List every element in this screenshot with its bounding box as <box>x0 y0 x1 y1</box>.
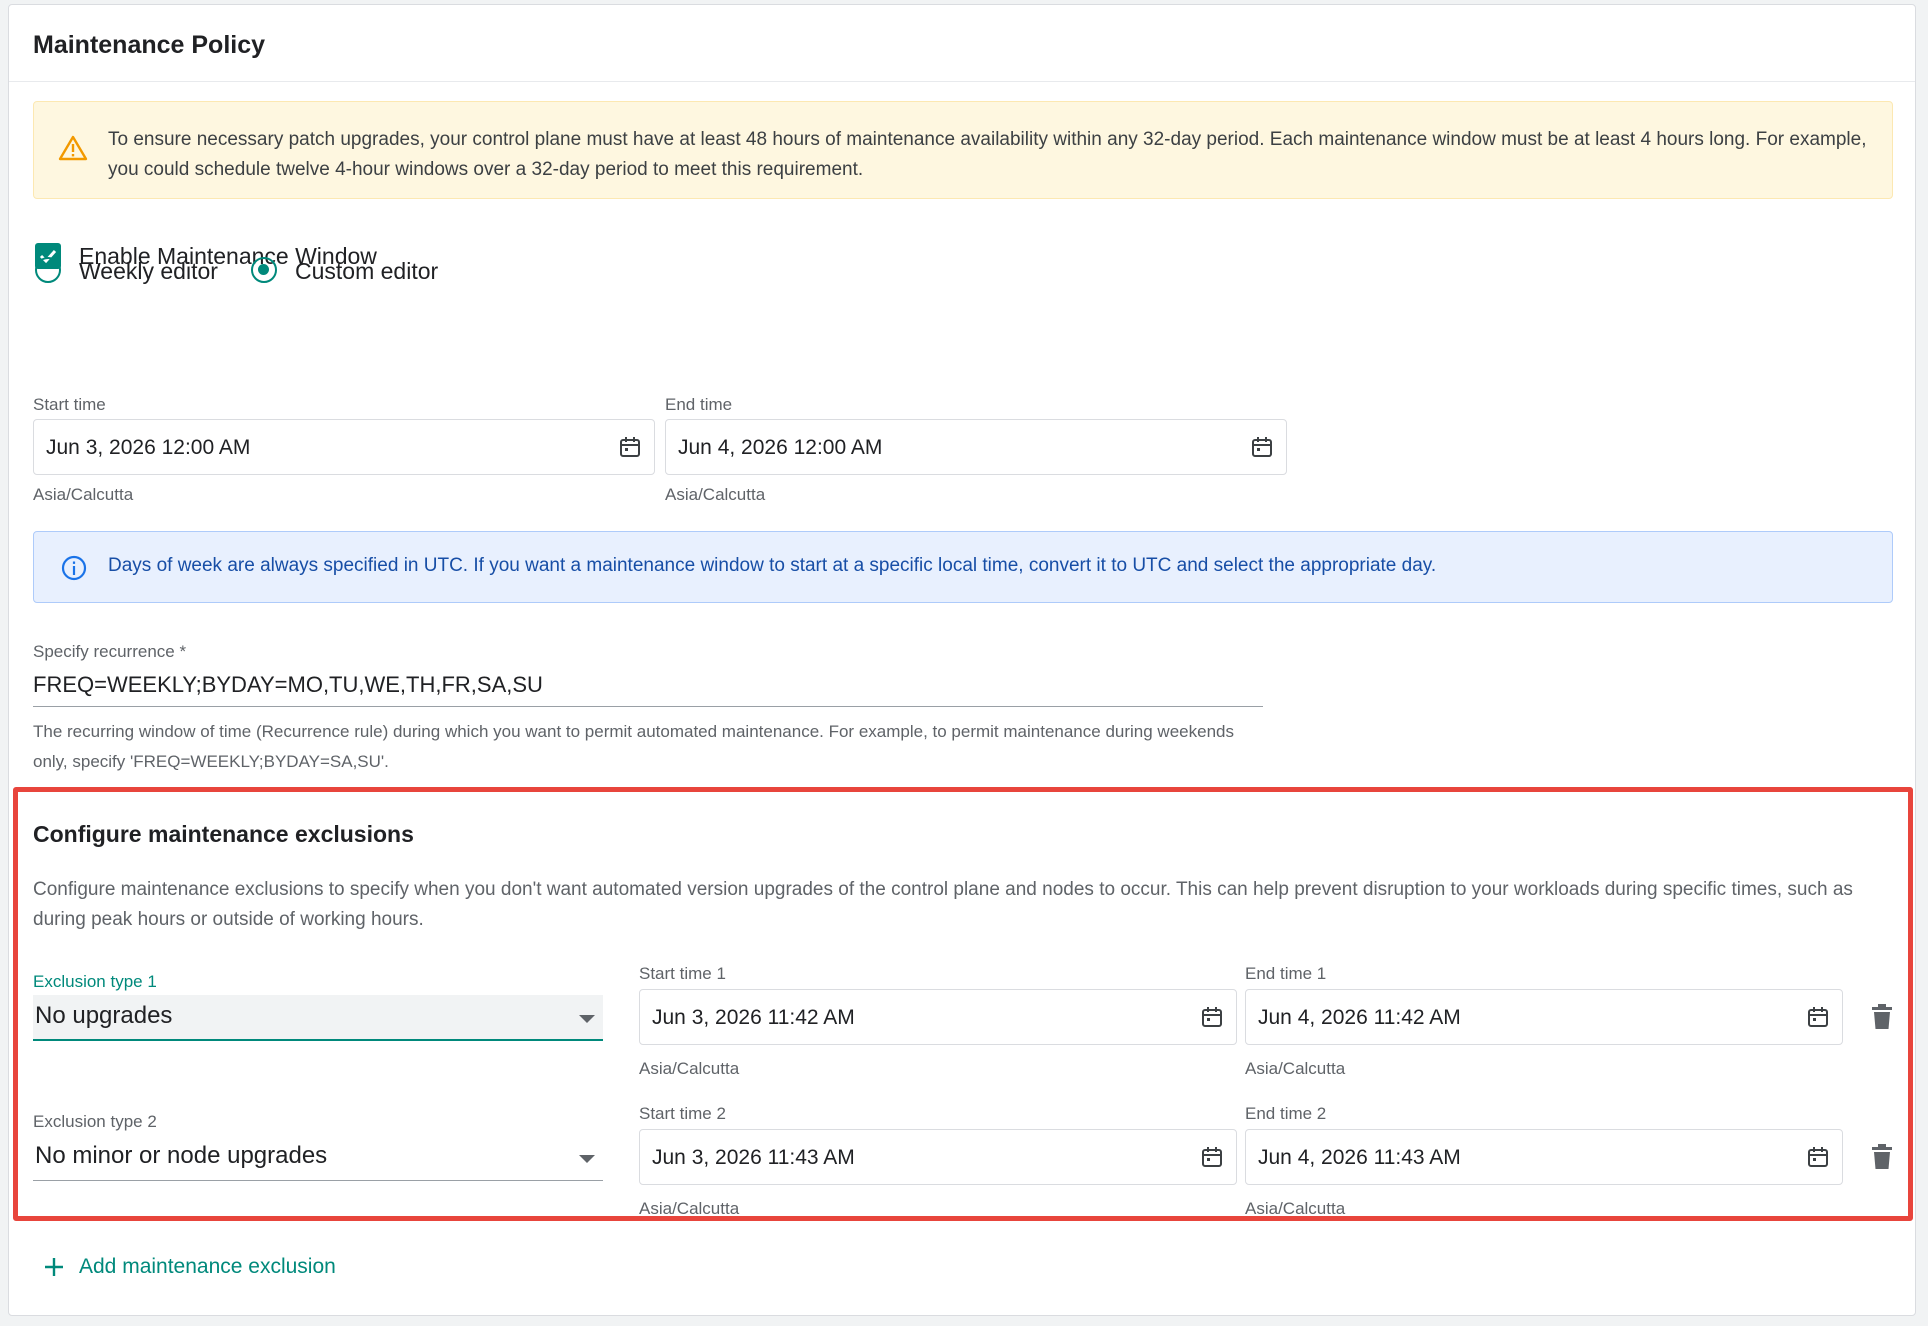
add-maintenance-exclusion-label: Add maintenance exclusion <box>79 1255 336 1278</box>
end-time-field[interactable]: Jun 4, 2026 12:00 AM <box>665 419 1287 475</box>
exclusion-start-1-label: Start time 1 <box>639 964 726 983</box>
calendar-icon[interactable] <box>618 435 642 459</box>
exclusions-description: Configure maintenance exclusions to spec… <box>33 879 1853 930</box>
custom-editor-radio[interactable] <box>251 257 277 283</box>
trash-icon[interactable] <box>1871 1144 1893 1170</box>
add-maintenance-exclusion-button[interactable]: Add maintenance exclusion <box>43 1255 336 1279</box>
exclusion-type-1-select[interactable]: No upgrades <box>33 995 603 1041</box>
exclusion-start-1-field[interactable]: Jun 3, 2026 11:42 AM <box>639 989 1237 1045</box>
exclusion-start-2-field[interactable]: Jun 3, 2026 11:43 AM <box>639 1129 1237 1185</box>
start-timezone: Asia/Calcutta <box>33 485 134 504</box>
exclusion-type-2-label: Exclusion type 2 <box>33 1112 157 1131</box>
exclusion-end-2-value: Jun 4, 2026 11:43 AM <box>1258 1146 1461 1169</box>
exclusion-type-2-value: No minor or node upgrades <box>35 1142 328 1169</box>
card-title: Maintenance Policy <box>33 31 266 59</box>
exclusion-start-1-timezone: Asia/Calcutta <box>639 1059 740 1078</box>
warning-text: To ensure necessary patch upgrades, your… <box>108 129 1867 180</box>
exclusion-start-1-value: Jun 3, 2026 11:42 AM <box>652 1006 855 1029</box>
recurrence-input[interactable]: FREQ=WEEKLY;BYDAY=MO,TU,WE,TH,FR,SA,SU <box>33 672 543 698</box>
plus-icon <box>45 1258 63 1276</box>
calendar-icon[interactable] <box>1200 1005 1224 1029</box>
calendar-icon[interactable] <box>1200 1145 1224 1169</box>
recurrence-label: Specify recurrence * <box>33 642 187 661</box>
chevron-down-icon <box>579 1155 595 1163</box>
info-circle-icon <box>61 555 87 581</box>
exclusion-type-1-value: No upgrades <box>35 1002 173 1029</box>
maintenance-policy-card: Maintenance Policy To ensure necessary p… <box>8 4 1916 1316</box>
warning-banner: To ensure necessary patch upgrades, your… <box>33 101 1893 199</box>
calendar-icon[interactable] <box>1806 1145 1830 1169</box>
exclusion-end-1-value: Jun 4, 2026 11:42 AM <box>1258 1006 1461 1029</box>
start-time-label: Start time <box>33 395 106 414</box>
start-time-field[interactable]: Jun 3, 2026 12:00 AM <box>33 419 655 475</box>
title-divider <box>9 81 1915 82</box>
end-time-label: End time <box>665 395 733 414</box>
weekly-editor-radio[interactable] <box>35 257 61 283</box>
custom-editor-label: Custom editor <box>295 258 439 284</box>
info-banner: Days of week are always specified in UTC… <box>33 531 1893 603</box>
exclusion-end-1-field[interactable]: Jun 4, 2026 11:42 AM <box>1245 989 1843 1045</box>
exclusion-end-2-timezone: Asia/Calcutta <box>1245 1199 1346 1218</box>
exclusion-end-1-timezone: Asia/Calcutta <box>1245 1059 1346 1078</box>
exclusion-type-2-select[interactable]: No minor or node upgrades <box>33 1135 603 1181</box>
start-time-value: Jun 3, 2026 12:00 AM <box>46 436 251 459</box>
exclusion-type-1-label: Exclusion type 1 <box>33 972 157 991</box>
exclusion-start-2-label: Start time 2 <box>639 1104 726 1123</box>
exclusions-title: Configure maintenance exclusions <box>33 821 414 847</box>
exclusion-start-2-value: Jun 3, 2026 11:43 AM <box>652 1146 855 1169</box>
warning-triangle-icon <box>58 135 88 161</box>
calendar-icon[interactable] <box>1250 435 1274 459</box>
chevron-down-icon <box>579 1015 595 1023</box>
recurrence-help-text: The recurring window of time (Recurrence… <box>33 722 1234 771</box>
recurrence-underline <box>33 706 1263 707</box>
info-text: Days of week are always specified in UTC… <box>108 555 1437 576</box>
exclusion-end-2-field[interactable]: Jun 4, 2026 11:43 AM <box>1245 1129 1843 1185</box>
weekly-editor-label: Weekly editor <box>79 258 218 284</box>
trash-icon[interactable] <box>1871 1004 1893 1030</box>
exclusion-end-2-label: End time 2 <box>1245 1104 1327 1123</box>
end-timezone: Asia/Calcutta <box>665 485 766 504</box>
calendar-icon[interactable] <box>1806 1005 1830 1029</box>
exclusion-end-1-label: End time 1 <box>1245 964 1327 983</box>
end-time-value: Jun 4, 2026 12:00 AM <box>678 436 883 459</box>
exclusion-start-2-timezone: Asia/Calcutta <box>639 1199 740 1218</box>
